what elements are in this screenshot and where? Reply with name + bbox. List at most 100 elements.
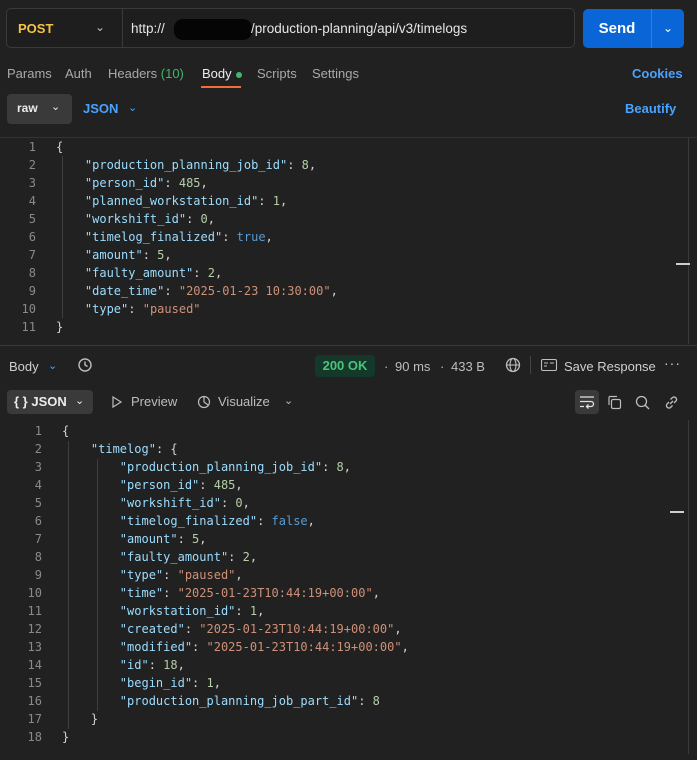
line-number: 7 [34,532,42,546]
wrap-lines-icon [580,396,595,409]
code-line: "date_time": "2025-01-23 10:30:00", [84,284,338,298]
line-number: 9 [34,568,42,582]
body-mode-label: raw [17,101,38,115]
line-number: 4 [28,194,36,208]
code-line: "type": "paused", [119,568,243,582]
visualize-icon [197,395,211,409]
globe-icon[interactable] [505,357,521,373]
response-time: 90 ms [395,359,431,374]
line-number: 8 [34,550,42,564]
response-view-select[interactable]: { } JSON ⌄ [7,390,93,414]
chevron-down-icon[interactable]: ⌄ [284,394,293,407]
method-select[interactable]: POST ⌄ [7,9,123,47]
chevron-down-icon: ⌄ [128,102,138,114]
headers-count: (10) [160,66,184,81]
code-line: } [62,730,70,744]
copy-icon[interactable] [607,395,622,410]
line-number: 15 [27,676,42,690]
line-number: 10 [21,302,36,316]
send-button[interactable]: Send [583,9,651,48]
line-number: 5 [28,212,36,226]
save-response-icon [540,358,558,372]
code-line: "type": "paused" [84,302,201,316]
tab-body-label: Body [202,66,232,81]
indent-guide [68,441,69,729]
code-line: "workshift_id": 0, [84,212,215,226]
line-number: 5 [34,496,42,510]
response-body-label[interactable]: Body [9,359,39,374]
save-response-button[interactable]: Save Response [564,359,656,374]
line-number: 2 [34,442,42,456]
code-line: } [56,320,64,334]
line-number: 4 [34,478,42,492]
chevron-down-icon: ⌄ [95,20,106,34]
line-number: 17 [27,712,42,726]
scroll-position-marker [670,511,684,513]
tab-headers-label: Headers [108,66,158,81]
url-prefix[interactable]: http:// [131,21,165,36]
line-number: 6 [34,514,42,528]
tab-params[interactable]: Params [7,66,52,81]
body-format-select[interactable]: JSON [83,101,118,116]
chevron-down-icon: ⌄ [48,360,58,372]
code-line: "amount": 5, [84,248,172,262]
line-number: 9 [28,284,36,298]
code-line: { [62,424,70,438]
editor-scrollbar[interactable] [688,138,689,344]
send-options-button[interactable]: ⌄ [651,9,684,48]
line-number: 10 [27,586,42,600]
line-number: 3 [28,176,36,190]
search-icon[interactable] [635,395,650,410]
response-body-viewer[interactable]: 1 {2 "timelog": {3 "production_planning_j… [0,420,697,754]
line-number: 7 [28,248,36,262]
more-options-button[interactable]: ··· [664,355,681,371]
url-bar: POST ⌄ http:// /production-planning/api/… [6,8,575,48]
line-number: 6 [28,230,36,244]
active-tab-indicator [201,86,241,88]
code-line: "modified": "2025-01-23T10:44:19+00:00", [119,640,409,654]
scroll-position-marker [676,263,690,265]
code-line: "planned_workstation_id": 1, [84,194,288,208]
code-line: "amount": 5, [119,532,207,546]
url-path[interactable]: /production-planning/api/v3/timelogs [251,21,467,36]
tab-body[interactable]: Body [202,66,242,81]
visualize-tab[interactable]: Visualize [218,394,270,409]
pane-resize-handle[interactable] [0,345,697,346]
line-number: 1 [28,140,36,154]
line-number: 18 [27,730,42,744]
code-line: "timelog_finalized": true, [84,230,273,244]
code-line: "id": 18, [119,658,185,672]
code-line: "production_planning_job_id": 8, [119,460,352,474]
code-line: "person_id": 485, [84,176,208,190]
line-number: 11 [27,604,42,618]
request-body-editor[interactable]: 1 {2 "production_planning_job_id": 8, 3 "p… [0,138,697,344]
url-redaction [174,19,252,40]
code-line: "production_planning_job_id": 8, [84,158,317,172]
tab-settings[interactable]: Settings [312,66,359,81]
chevron-down-icon: ⌄ [662,21,674,35]
cookies-link[interactable]: Cookies [632,66,683,81]
link-icon[interactable] [664,395,679,410]
response-view-label: { } JSON [14,394,67,409]
modified-dot [235,71,242,78]
wrap-lines-button[interactable] [575,390,599,414]
response-size: 433 B [451,359,485,374]
line-number: 8 [28,266,36,280]
tab-headers[interactable]: Headers (10) [108,66,184,81]
indent-guide [97,459,98,711]
body-mode-select[interactable]: raw ⌄ [7,94,72,124]
code-line: "timelog_finalized": false, [119,514,315,528]
history-icon[interactable] [77,357,93,373]
code-line: "person_id": 485, [119,478,243,492]
status-badge: 200 OK [315,355,375,377]
tab-auth[interactable]: Auth [65,66,92,81]
line-number: 12 [27,622,42,636]
code-line: "workstation_id": 1, [119,604,265,618]
tab-scripts[interactable]: Scripts [257,66,297,81]
beautify-button[interactable]: Beautify [625,101,676,116]
preview-tab[interactable]: Preview [131,394,177,409]
code-line: "faulty_amount": 2, [84,266,223,280]
chevron-down-icon: ⌄ [51,101,61,113]
code-line: { [56,140,64,154]
response-scrollbar[interactable] [688,420,689,754]
